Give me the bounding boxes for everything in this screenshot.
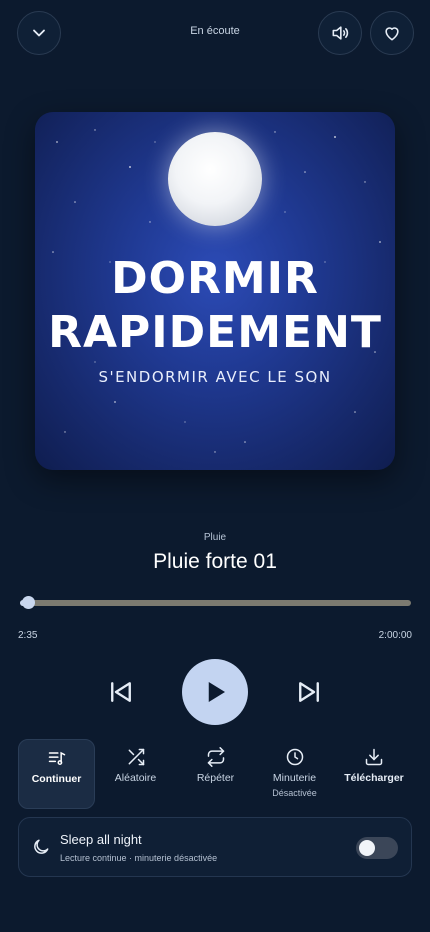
timer-status: Désactivée — [272, 788, 317, 798]
sleep-all-night-toggle[interactable] — [356, 837, 398, 859]
volume-button[interactable] — [318, 11, 362, 55]
repeat-label: Répéter — [196, 772, 235, 784]
sleep-title: Sleep all night — [60, 832, 142, 847]
moon-illustration — [168, 132, 262, 226]
elapsed-time: 2:35 — [18, 630, 38, 641]
sleep-all-night-card: Sleep all night Lecture continue · minut… — [18, 817, 412, 877]
progress-handle[interactable] — [22, 596, 35, 609]
toggle-knob — [359, 840, 375, 856]
sleep-subtitle: Lecture continue · minuterie désactivée — [60, 853, 218, 863]
cover-subtitle: S'ENDORMIR AVEC LE SON — [98, 368, 332, 386]
cover-title-line1: DORMIR — [111, 253, 319, 304]
cover-title-line2: RAPIDEMENT — [48, 307, 382, 358]
download-button[interactable]: Télécharger — [336, 739, 412, 807]
track-title: Pluie forte 01 — [153, 550, 277, 573]
download-label: Télécharger — [344, 772, 404, 784]
skip-previous-icon — [111, 682, 131, 702]
total-time: 2:00:00 — [378, 630, 412, 641]
sleep-timer-button[interactable]: Minuterie Désactivée — [257, 739, 332, 807]
progress-bar[interactable] — [20, 596, 411, 609]
previous-button[interactable] — [103, 674, 139, 710]
continue-label: Continuer — [31, 773, 82, 785]
next-button[interactable] — [291, 674, 327, 710]
timer-label: Minuterie — [272, 772, 317, 784]
shuffle-icon — [128, 748, 144, 766]
volume-icon — [332, 26, 349, 40]
skip-next-icon — [299, 682, 319, 702]
track-category: Pluie — [203, 532, 227, 543]
clock-icon — [286, 748, 303, 766]
cover-art: DORMIR RAPIDEMENT S'ENDORMIR AVEC LE SON — [35, 112, 395, 470]
shuffle-label: Aléatoire — [114, 772, 157, 784]
play-button[interactable] — [182, 659, 248, 725]
play-icon — [208, 682, 225, 702]
shuffle-button[interactable]: Aléatoire — [98, 739, 173, 807]
repeat-icon — [207, 747, 224, 767]
continue-mode-button[interactable]: Continuer — [18, 739, 95, 809]
download-icon — [365, 748, 383, 766]
header-title: En écoute — [190, 25, 240, 37]
repeat-button[interactable]: Répéter — [178, 739, 253, 807]
playlist-music-icon — [48, 751, 65, 765]
favorite-button[interactable] — [370, 11, 414, 55]
heart-icon — [385, 27, 399, 41]
moon-icon — [34, 839, 49, 854]
